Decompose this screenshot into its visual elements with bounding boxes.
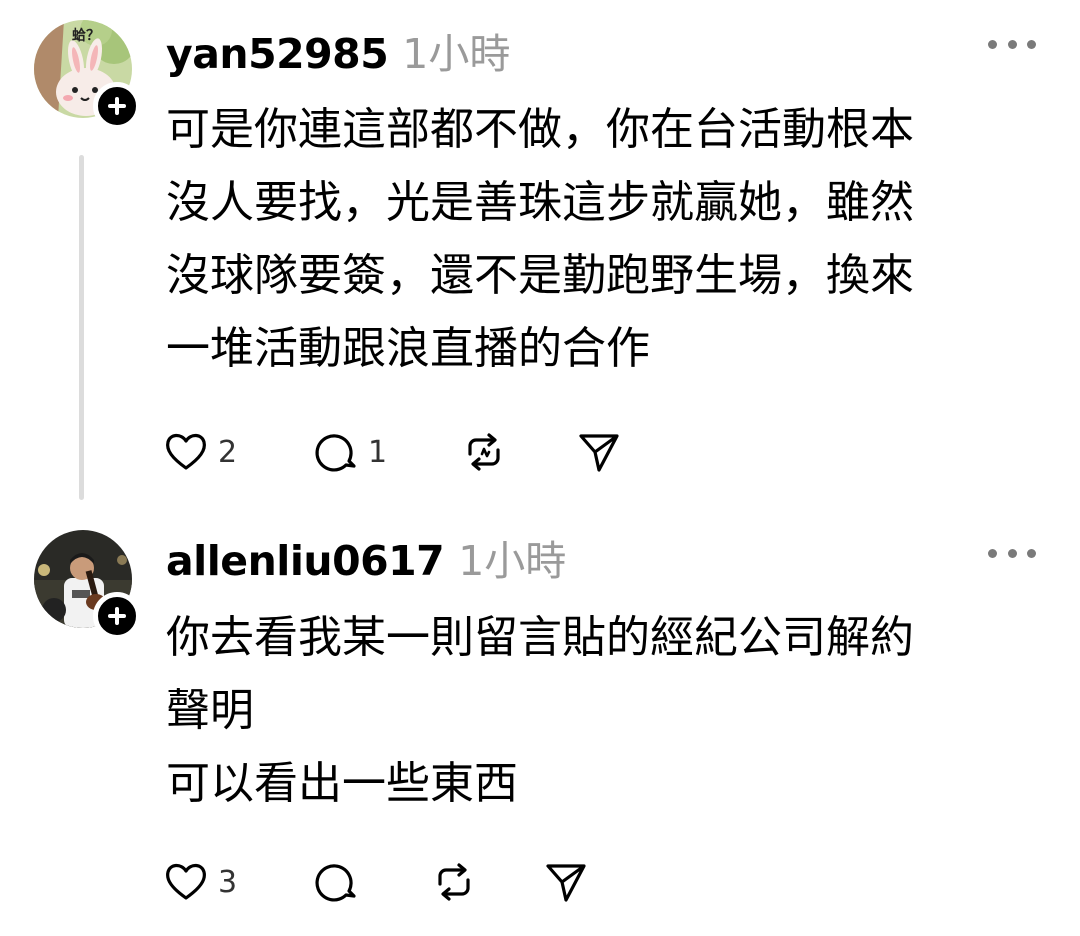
heart-icon [166, 863, 206, 900]
post-header: yan52985 1小時 [166, 20, 510, 80]
send-icon [579, 434, 619, 472]
follow-button[interactable] [93, 82, 141, 130]
reply-count: 1 [368, 434, 388, 470]
like-button[interactable]: 3 [162, 858, 312, 906]
share-button[interactable] [575, 428, 623, 476]
comment-post: 蛤？ yan52985 1小時 可是你連這部都不做，你在台活動根本 沒人要找，光… [0, 0, 1080, 515]
repost-icon [468, 433, 500, 471]
reply-button[interactable]: 1 [312, 428, 460, 476]
action-bar: 2 1 [162, 428, 623, 476]
like-button[interactable]: 2 [162, 428, 312, 476]
reply-button[interactable] [312, 858, 430, 906]
username[interactable]: allenliu0617 [166, 537, 445, 585]
username[interactable]: yan52985 [166, 30, 389, 78]
action-bar: 3 [162, 858, 590, 906]
more-icon[interactable] [988, 543, 1036, 563]
repost-button[interactable] [430, 858, 542, 906]
post-header: allenliu0617 1小時 [166, 527, 566, 587]
comment-post: allenliu0617 1小時 你去看我某一則留言貼的經紀公司解約 聲明 可以… [0, 515, 1080, 936]
comment-icon [315, 864, 356, 902]
repost-icon [438, 863, 470, 901]
more-icon[interactable] [988, 34, 1036, 54]
post-text: 可是你連這部都不做，你在台活動根本 沒人要找，光是善珠這步就贏她，雖然 沒球隊要… [166, 104, 914, 374]
avatar-badge-text: 蛤？ [72, 27, 100, 44]
like-count: 3 [218, 864, 238, 900]
timestamp: 1小時 [402, 30, 511, 78]
thread-line [79, 155, 84, 500]
follow-button[interactable] [93, 592, 141, 640]
comment-icon [315, 434, 356, 472]
like-count: 2 [218, 434, 238, 470]
share-button[interactable] [542, 858, 590, 906]
heart-icon [166, 433, 206, 470]
send-icon [546, 864, 586, 902]
timestamp: 1小時 [458, 537, 567, 585]
post-text: 你去看我某一則留言貼的經紀公司解約 聲明 可以看出一些東西 [166, 612, 914, 809]
repost-button[interactable] [460, 428, 575, 476]
